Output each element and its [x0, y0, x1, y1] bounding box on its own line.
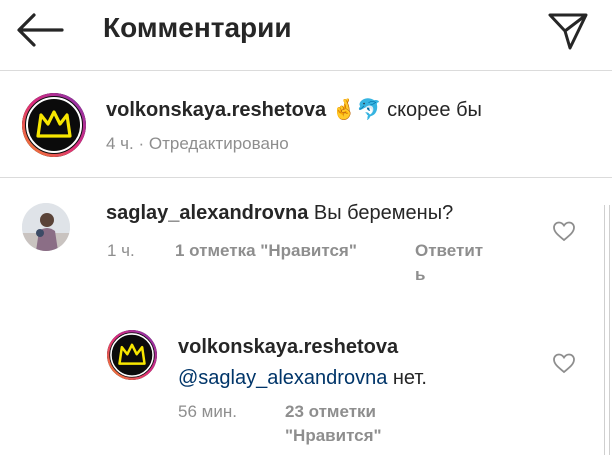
- heart-icon: [553, 221, 575, 242]
- caption-meta: 4 ч. · Отредактировано: [106, 134, 289, 153]
- reply-label-line1: Ответит: [415, 241, 484, 260]
- comment-text: Вы беремены?: [313, 202, 454, 224]
- reply-likes-line2: "Нравится": [285, 426, 382, 445]
- crown-icon: [22, 93, 86, 157]
- comment-likes-link[interactable]: 1 отметка "Нравится": [175, 239, 357, 263]
- reply-mention-link[interactable]: @saglay_alexandrovna: [178, 367, 387, 389]
- avatar[interactable]: [22, 203, 70, 251]
- avatar[interactable]: [107, 330, 157, 380]
- reply-text: нет.: [387, 367, 427, 389]
- user-photo-icon: [22, 203, 70, 251]
- crown-icon: [107, 330, 157, 380]
- paper-plane-icon: [548, 13, 588, 50]
- reply-likes-link[interactable]: 23 отметки "Нравится": [285, 400, 425, 448]
- share-button[interactable]: [546, 8, 590, 52]
- reply-text-line: @saglay_alexandrovna нет.: [178, 365, 427, 391]
- like-button[interactable]: [552, 220, 576, 242]
- reply-label-line2: ь: [415, 265, 426, 284]
- like-button[interactable]: [552, 352, 576, 374]
- page-title: Комментарии: [103, 12, 292, 43]
- caption-username[interactable]: volkonskaya.reshetova: [106, 99, 326, 121]
- comment-username[interactable]: saglay_alexandrovna: [106, 202, 308, 224]
- caption-emoji: 🤞🐬: [331, 99, 382, 121]
- caption-text: скорее бы: [387, 99, 482, 121]
- scrollbar[interactable]: [604, 205, 610, 455]
- arrow-left-icon: [17, 13, 64, 47]
- reply-username-line: volkonskaya.reshetova: [178, 334, 398, 360]
- reply-username[interactable]: volkonskaya.reshetova: [178, 336, 398, 358]
- header-bar: Комментарии: [0, 0, 612, 70]
- caption-line: volkonskaya.reshetova 🤞🐬 скорее бы: [106, 97, 482, 123]
- heart-icon: [553, 353, 575, 374]
- back-button[interactable]: [14, 12, 66, 48]
- comment-time: 1 ч.: [107, 241, 135, 260]
- reply-button[interactable]: Ответит ь: [415, 239, 505, 287]
- reply-likes-line1: 23 отметки: [285, 402, 377, 421]
- reply-time: 56 мин.: [178, 402, 237, 421]
- avatar[interactable]: [22, 93, 86, 157]
- comment-line: saglay_alexandrovna Вы беремены?: [106, 200, 453, 226]
- caption-section: volkonskaya.reshetova 🤞🐬 скорее бы 4 ч. …: [0, 70, 612, 178]
